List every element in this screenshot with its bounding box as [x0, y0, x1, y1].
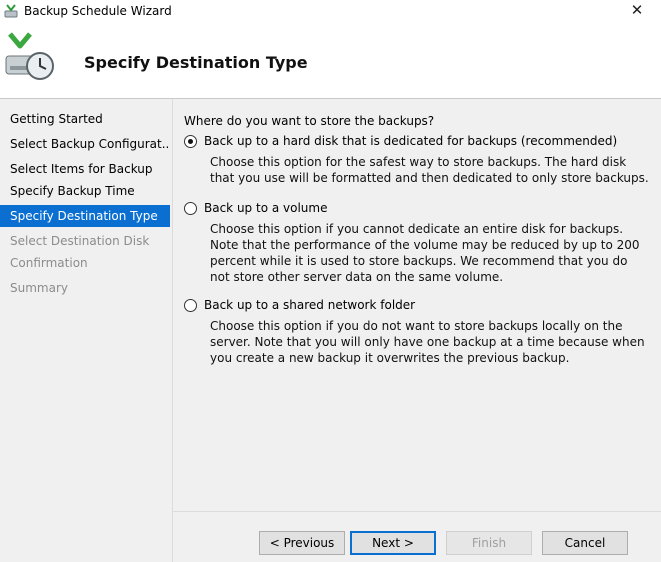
option-dedicated-disk[interactable]: Back up to a hard disk that is dedicated… — [184, 134, 617, 148]
backup-app-icon — [4, 4, 18, 18]
option-volume[interactable]: Back up to a volume — [184, 201, 327, 215]
radio-network-folder[interactable] — [184, 298, 197, 312]
close-icon[interactable]: ✕ — [627, 0, 647, 22]
option-network-folder[interactable]: Back up to a shared network folder — [184, 298, 415, 312]
option-volume-description: Choose this option if you cannot dedicat… — [210, 222, 640, 284]
option-network-folder-label[interactable]: Back up to a shared network folder — [204, 298, 415, 312]
nav-step-select-items[interactable]: Select Items for Backup — [0, 158, 170, 180]
option-network-folder-description: Choose this option if you do not want to… — [210, 319, 645, 365]
nav-step-specify-destination-type[interactable]: Specify Destination Type — [0, 205, 170, 227]
radio-dedicated-disk[interactable] — [184, 134, 197, 148]
nav-step-select-backup-configuration[interactable]: Select Backup Configurat... — [0, 133, 170, 155]
main-panel: Where do you want to store the backups? … — [173, 99, 661, 562]
radio-volume[interactable] — [184, 201, 197, 215]
nav-step-summary: Summary — [10, 281, 68, 295]
nav-step-specify-backup-time[interactable]: Specify Backup Time — [0, 180, 170, 202]
backup-schedule-icon — [5, 32, 54, 80]
cancel-button[interactable]: Cancel — [542, 531, 628, 555]
option-dedicated-disk-description: Choose this option for the safest way to… — [210, 155, 649, 185]
option-dedicated-disk-label[interactable]: Back up to a hard disk that is dedicated… — [204, 134, 617, 148]
wizard-header: Specify Destination Type — [0, 22, 661, 98]
wizard-body: Getting Started Select Backup Configurat… — [0, 98, 661, 562]
nav-step-select-destination-disk: Select Destination Disk — [10, 234, 150, 248]
wizard-steps-nav: Getting Started Select Backup Configurat… — [0, 99, 172, 562]
window-title: Backup Schedule Wizard — [24, 4, 172, 18]
option-volume-label[interactable]: Back up to a volume — [204, 201, 327, 215]
nav-step-confirmation: Confirmation — [10, 256, 88, 270]
title-bar: Backup Schedule Wizard ✕ — [0, 0, 661, 22]
destination-question: Where do you want to store the backups? — [184, 114, 435, 128]
button-bar-divider — [173, 511, 661, 512]
next-button[interactable]: Next > — [350, 531, 436, 555]
finish-button: Finish — [446, 531, 532, 555]
previous-button[interactable]: < Previous — [259, 531, 345, 555]
page-title: Specify Destination Type — [84, 53, 308, 72]
nav-step-getting-started[interactable]: Getting Started — [0, 108, 170, 130]
